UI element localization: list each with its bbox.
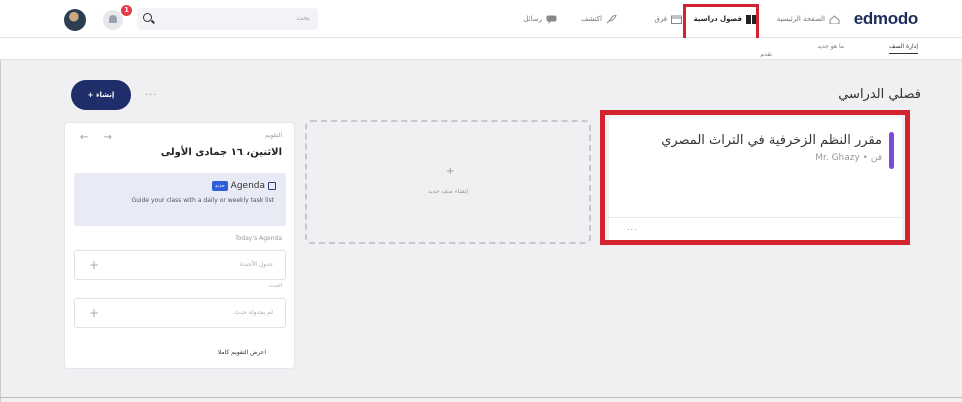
search-input[interactable]: بحث <box>137 8 318 30</box>
agenda-slot-text: جدول الأجندة <box>240 261 273 268</box>
calendar-icon <box>268 182 276 190</box>
tab-manage-class[interactable]: إدارة الصف <box>889 43 918 54</box>
create-button[interactable]: + إنشاء <box>71 80 131 110</box>
create-class-card[interactable]: + إنشاء صف جديد <box>305 120 591 244</box>
agenda-title: Agenda <box>230 181 265 191</box>
agenda-slot[interactable]: + جدول الأجندة <box>74 250 286 280</box>
edmodo-logo[interactable]: edmodo <box>854 9 919 29</box>
agenda-header: جديد Agenda <box>211 181 276 191</box>
rocket-icon <box>606 13 617 24</box>
nav-messages-label: رسائل <box>523 15 542 23</box>
event-slot-text: لم يجدولة حدث <box>234 309 273 316</box>
bottom-divider <box>0 397 962 398</box>
events-label: الحدث <box>268 283 282 289</box>
agenda-promo[interactable]: جديد Agenda Guide your class with a dail… <box>74 173 286 226</box>
nav-teams-label: فرق <box>654 15 667 23</box>
new-badge: جديد <box>211 181 228 191</box>
agenda-description: Guide your class with a daily or weekly … <box>131 197 274 204</box>
calendar-nav-arrows[interactable]: ← → <box>80 132 118 143</box>
home-icon <box>829 14 840 24</box>
nav-messages[interactable]: رسائل <box>523 11 557 27</box>
calendar-label: التقويم <box>264 132 282 139</box>
nav-discover-label: اكتشف <box>581 15 602 23</box>
calendar-date: الاثنين، ١٦ جمادى الأولى <box>160 147 282 158</box>
search-icon <box>143 13 152 22</box>
chat-icon <box>546 15 557 24</box>
search-placeholder: بحث <box>296 14 310 22</box>
tab-whats-new[interactable]: ما هو جديد <box>817 43 844 50</box>
teams-icon <box>671 15 682 24</box>
notification-badge: 1 <box>121 5 132 16</box>
more-options-icon[interactable]: ... <box>145 87 158 98</box>
event-slot[interactable]: + لم يجدولة حدث <box>74 298 286 328</box>
calendar-panel: ← → التقويم الاثنين، ١٦ جمادى الأولى جدي… <box>64 122 295 369</box>
top-bar: edmodo الصفحة الرئيسية فصول دراسية فرق ا… <box>0 0 962 38</box>
create-class-label: إنشاء صف جديد <box>427 188 469 195</box>
nav-home-label: الصفحة الرئيسية <box>776 15 825 23</box>
window-edge <box>0 0 1 402</box>
page-title: فصلي الدراسي <box>838 87 921 102</box>
view-full-calendar-link[interactable]: اعرض التقويم كاملا <box>218 349 266 356</box>
nav-teams[interactable]: فرق <box>654 11 682 27</box>
bell-icon[interactable] <box>103 10 123 30</box>
tab-advance[interactable]: تقدم <box>760 51 772 58</box>
highlight-box-class <box>600 110 910 245</box>
plus-icon[interactable]: + <box>89 306 99 320</box>
sub-nav: إدارة الصف ما هو جديد تقدم <box>0 38 962 60</box>
avatar[interactable] <box>64 9 86 31</box>
nav-home[interactable]: الصفحة الرئيسية <box>777 11 840 27</box>
plus-icon: + <box>446 166 455 177</box>
plus-icon[interactable]: + <box>89 258 99 272</box>
todays-agenda-label: Today's Agenda <box>235 235 282 242</box>
nav-discover[interactable]: اكتشف <box>581 11 617 27</box>
highlight-box-nav <box>683 4 759 41</box>
